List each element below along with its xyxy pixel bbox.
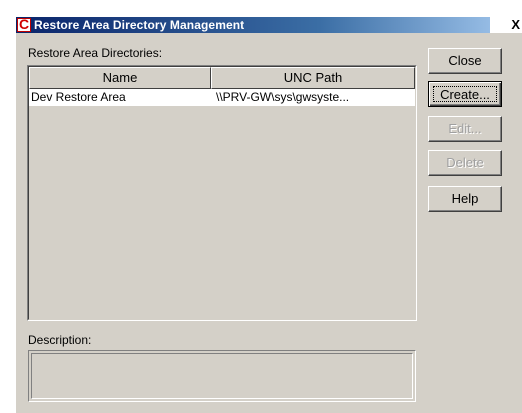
restore-area-list[interactable]: Name UNC Path Dev Restore Area \\PRV-GW\… bbox=[27, 65, 417, 321]
table-row[interactable]: Dev Restore Area \\PRV-GW\sys\gwsyste... bbox=[29, 89, 415, 106]
restore-area-dialog: Restore Area Directory Management X Rest… bbox=[0, 0, 522, 413]
title-bar[interactable]: Restore Area Directory Management bbox=[16, 16, 522, 33]
row-unc-path-cell: \\PRV-GW\sys\gwsyste... bbox=[216, 90, 350, 104]
restore-area-directories-label: Restore Area Directories: bbox=[28, 46, 163, 60]
column-header-name[interactable]: Name bbox=[29, 67, 211, 89]
create-button[interactable]: Create... bbox=[428, 81, 502, 107]
description-value bbox=[31, 353, 413, 399]
row-name-cell: Dev Restore Area bbox=[31, 90, 126, 104]
window-close-button[interactable]: X bbox=[490, 17, 522, 33]
description-field[interactable] bbox=[28, 350, 416, 402]
help-button[interactable]: Help bbox=[428, 186, 502, 212]
column-header-unc-path[interactable]: UNC Path bbox=[211, 67, 415, 89]
delete-button[interactable]: Delete bbox=[428, 150, 502, 176]
list-header: Name UNC Path bbox=[29, 67, 415, 89]
list-frame: Name UNC Path Dev Restore Area \\PRV-GW\… bbox=[28, 66, 416, 320]
create-button-label: Create... bbox=[433, 86, 497, 102]
close-button[interactable]: Close bbox=[428, 48, 502, 74]
window-title: Restore Area Directory Management bbox=[34, 18, 245, 32]
app-icon bbox=[17, 16, 31, 32]
description-label: Description: bbox=[28, 333, 92, 347]
edit-button[interactable]: Edit... bbox=[428, 116, 502, 142]
